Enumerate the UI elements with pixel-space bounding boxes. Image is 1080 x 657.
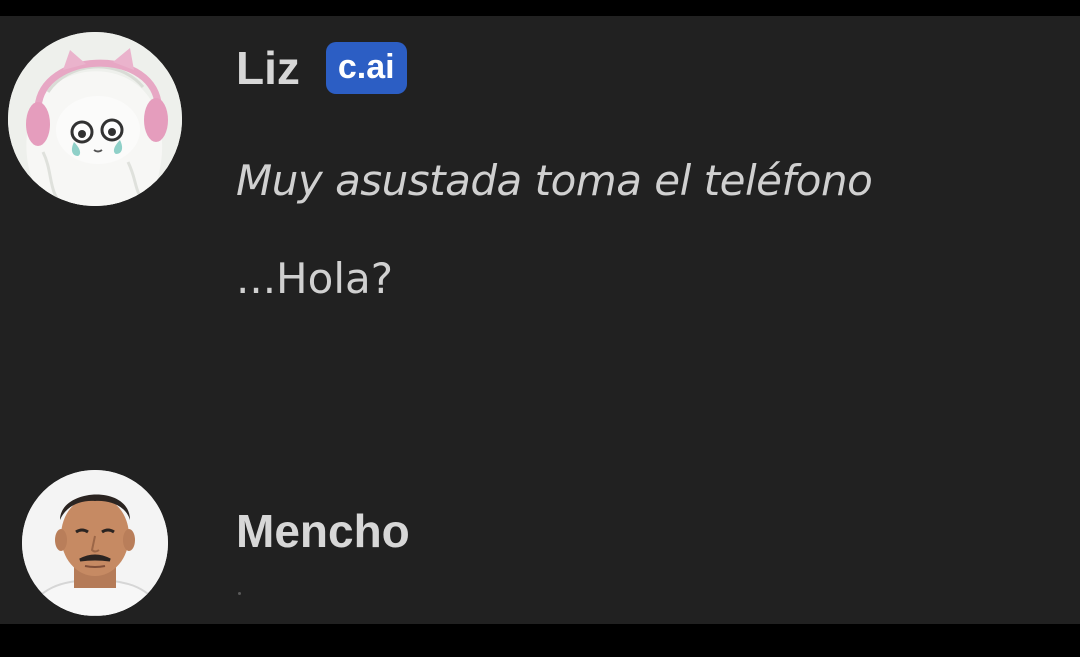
liz-header: Liz c.ai — [236, 42, 407, 94]
message-action-text: Muy asustada toma el teléfono — [236, 156, 873, 205]
message-speech-text: ...Hola? — [236, 254, 394, 303]
chat-area: Liz c.ai Muy asustada toma el teléfono .… — [0, 16, 1080, 624]
ai-badge: c.ai — [325, 42, 407, 94]
liz-avatar-icon[interactable] — [8, 32, 182, 206]
author-name[interactable]: Mencho — [236, 508, 410, 554]
typing-indicator-dot — [238, 592, 241, 595]
author-name[interactable]: Liz — [236, 45, 300, 91]
mencho-avatar-icon[interactable] — [22, 470, 168, 616]
screen: Liz c.ai Muy asustada toma el teléfono .… — [0, 0, 1080, 657]
